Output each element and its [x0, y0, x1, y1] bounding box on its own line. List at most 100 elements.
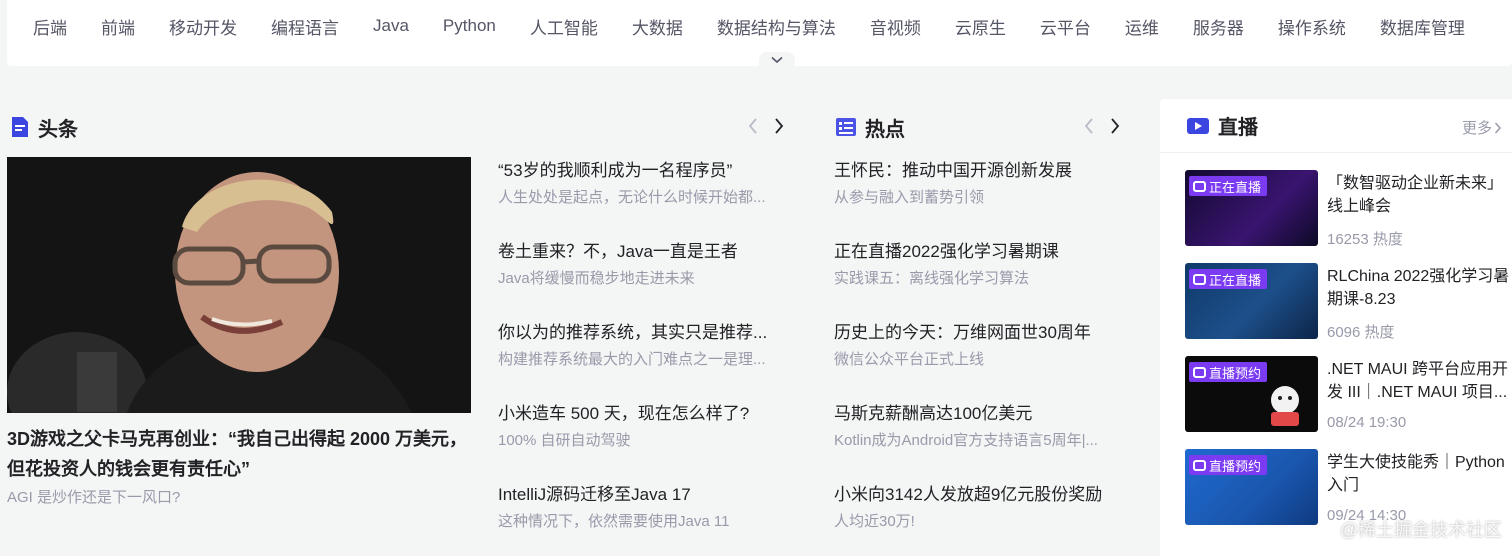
category-item[interactable]: 服务器: [1193, 14, 1244, 39]
category-item[interactable]: 前端: [101, 14, 135, 39]
hot-pager: [1080, 115, 1124, 137]
chevron-right-icon: [1111, 118, 1120, 134]
prev-button[interactable]: [744, 115, 762, 137]
chevron-down-icon: [771, 56, 783, 64]
headlines-pager: [744, 115, 788, 137]
headlines-header: 头条: [10, 112, 78, 142]
article-desc: 100% 自研自动驾驶: [498, 432, 631, 449]
live-badge: 正在直播: [1189, 176, 1268, 196]
list-item[interactable]: 王怀民：推动中国开源创新发展 从参与融入到蓄势引领: [834, 158, 1124, 239]
headline-hero-title[interactable]: 3D游戏之父卡马克再创业：“我自己出得起 2000 万美元，但花投资人的钱会更有…: [7, 424, 471, 484]
category-item[interactable]: Python: [443, 16, 496, 36]
watermark: @稀土掘金技术社区: [1339, 520, 1502, 540]
more-label: 更多: [1461, 120, 1492, 137]
article-title: 小米向3142人发放超9亿元股份奖励: [834, 485, 1103, 504]
headlines-title: 头条: [38, 118, 78, 141]
category-list: 后端 前端 移动开发 编程语言 Java Python 人工智能 大数据 数据结构与算法 音视频 云…: [7, 0, 1512, 52]
live-item-title: 学生大使技能秀｜Python 入门: [1327, 454, 1505, 494]
article-title: 小米造车 500 天，现在怎么样了?: [498, 404, 750, 423]
list-item[interactable]: 正在直播2022强化学习暑期课 实践课五：离线强化学习算法: [834, 239, 1124, 320]
list-item[interactable]: 小米向3142人发放超9亿元股份奖励 人均近30万!: [834, 482, 1124, 556]
live-panel: 直播 更多 正在直播 「数智驱动企业新未来」线上峰会 16253 热度 正在直播…: [1160, 99, 1512, 556]
article-title: 马斯克薪酬高达100亿美元: [834, 404, 1033, 423]
live-thumbnail: 直播预约: [1185, 449, 1318, 525]
article-desc: Kotlin成为Android官方支持语言5周年|...: [834, 432, 1098, 449]
category-item[interactable]: Java: [373, 16, 409, 36]
live-item-meta: 16253 热度: [1327, 231, 1403, 248]
category-item[interactable]: 编程语言: [271, 14, 339, 39]
list-item[interactable]: 马斯克薪酬高达100亿美元 Kotlin成为Android官方支持语言5周年|.…: [834, 401, 1124, 482]
category-item[interactable]: 云原生: [955, 14, 1006, 39]
category-item[interactable]: 云平台: [1040, 14, 1091, 39]
live-item[interactable]: 正在直播 RLChina 2022强化学习暑期课-8.23 6096 热度: [1185, 263, 1510, 341]
live-item-title: .NET MAUI 跨平台应用开发 III｜.NET MAUI 项目...: [1327, 361, 1509, 401]
prev-button[interactable]: [1080, 115, 1098, 137]
category-item[interactable]: 运维: [1125, 14, 1159, 39]
article-desc: 这种情况下，依然需要使用Java 11: [498, 513, 730, 530]
category-nav: 后端 前端 移动开发 编程语言 Java Python 人工智能 大数据 数据结构与算法 音视频 云…: [7, 0, 1512, 68]
live-video-icon: [1187, 117, 1209, 134]
live-item-meta: 08/24 19:30: [1327, 414, 1407, 431]
article-title: “53岁的我顺利成为一名程序员”: [498, 161, 733, 180]
article-desc: 构建推荐系统最大的入门难点之一是理...: [498, 351, 766, 368]
headline-hero-image[interactable]: [7, 157, 471, 413]
tv-icon: [1193, 180, 1206, 192]
article-desc: 人生处处是起点，无论什么时候开始都...: [498, 189, 766, 206]
article-title: 历史上的今天：万维网面世30周年: [834, 323, 1091, 342]
category-item[interactable]: 移动开发: [169, 14, 237, 39]
expand-categories-button[interactable]: [759, 52, 795, 68]
hot-title: 热点: [865, 118, 905, 141]
more-link[interactable]: 更多: [1462, 117, 1502, 138]
list-item[interactable]: 你以为的推荐系统，其实只是推荐... 构建推荐系统最大的入门难点之一是理...: [498, 320, 788, 401]
category-item[interactable]: 操作系统: [1278, 14, 1346, 39]
document-icon: [12, 117, 28, 137]
next-button[interactable]: [770, 115, 788, 137]
live-item[interactable]: 正在直播 「数智驱动企业新未来」线上峰会 16253 热度: [1185, 170, 1510, 248]
category-item[interactable]: 后端: [33, 14, 67, 39]
article-desc: 人均近30万!: [834, 513, 915, 530]
live-item[interactable]: 直播预约 .NET MAUI 跨平台应用开发 III｜.NET MAUI 项目.…: [1185, 356, 1510, 434]
headline-article-list: “53岁的我顺利成为一名程序员” 人生处处是起点，无论什么时候开始都... 卷土…: [498, 158, 788, 556]
live-badge: 正在直播: [1189, 269, 1268, 289]
chevron-right-icon: [775, 118, 784, 134]
tv-icon: [1193, 459, 1206, 471]
article-desc: 实践课五：离线强化学习算法: [834, 270, 1030, 287]
hot-news-icon: [836, 118, 856, 136]
live-title: 直播: [1218, 117, 1258, 139]
article-desc: 微信公众平台正式上线: [834, 351, 985, 368]
category-item[interactable]: 音视频: [870, 14, 921, 39]
category-item[interactable]: 数据库管理: [1380, 14, 1465, 39]
live-item-title: 「数智驱动企业新未来」线上峰会: [1327, 175, 1504, 215]
article-desc: 从参与融入到蓄势引领: [834, 189, 985, 206]
tv-icon: [1193, 273, 1206, 285]
article-title: IntelliJ源码迁移至Java 17: [498, 485, 691, 504]
list-item[interactable]: “53岁的我顺利成为一名程序员” 人生处处是起点，无论什么时候开始都...: [498, 158, 788, 239]
article-desc: Java将缓慢而稳步地走进未来: [498, 270, 695, 287]
hot-header: 热点: [835, 112, 905, 142]
chevron-left-icon: [748, 118, 757, 134]
list-item[interactable]: 历史上的今天：万维网面世30周年 微信公众平台正式上线: [834, 320, 1124, 401]
mascot-illustration: [1271, 386, 1299, 426]
live-thumbnail: 正在直播: [1185, 170, 1318, 246]
next-button[interactable]: [1106, 115, 1124, 137]
article-title: 你以为的推荐系统，其实只是推荐...: [498, 323, 768, 342]
live-badge: 直播预约: [1189, 455, 1268, 475]
chevron-right-icon: [1494, 121, 1502, 134]
live-header: 直播 更多: [1160, 99, 1512, 153]
list-item[interactable]: 卷土重来？不，Java一直是王者 Java将缓慢而稳步地走进未来: [498, 239, 788, 320]
live-thumbnail: 正在直播: [1185, 263, 1318, 339]
category-item[interactable]: 人工智能: [530, 14, 598, 39]
list-item[interactable]: 小米造车 500 天，现在怎么样了? 100% 自研自动驾驶: [498, 401, 788, 482]
category-item[interactable]: 数据结构与算法: [717, 14, 836, 39]
live-item-title: RLChina 2022强化学习暑期课-8.23: [1327, 268, 1510, 308]
chevron-left-icon: [1084, 118, 1093, 134]
article-title: 卷土重来？不，Java一直是王者: [498, 242, 738, 261]
live-item-meta: 6096 热度: [1327, 324, 1395, 341]
hero-photo: [7, 157, 471, 413]
headline-hero-desc: AGI 是炒作还是下一风口?: [7, 489, 181, 506]
category-item[interactable]: 大数据: [632, 14, 683, 39]
article-title: 王怀民：推动中国开源创新发展: [834, 161, 1072, 180]
live-thumbnail: 直播预约: [1185, 356, 1318, 432]
article-title: 正在直播2022强化学习暑期课: [834, 242, 1059, 261]
list-item[interactable]: IntelliJ源码迁移至Java 17 这种情况下，依然需要使用Java 11: [498, 482, 788, 556]
